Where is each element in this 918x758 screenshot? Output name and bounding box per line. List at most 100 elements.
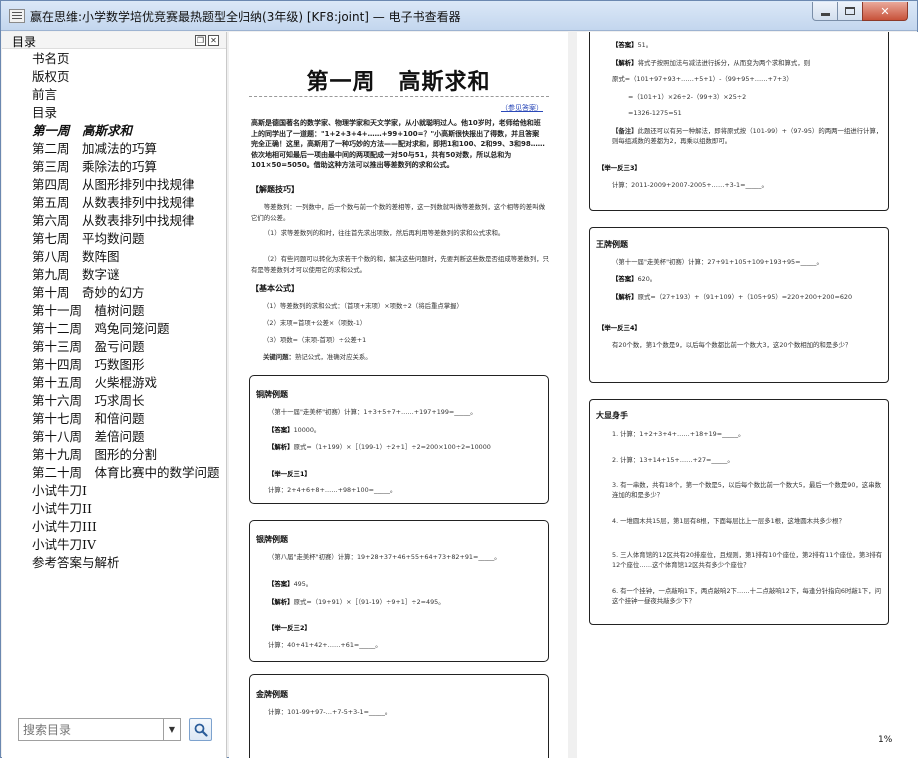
- toc-item[interactable]: 第十七周 和倍问题: [32, 410, 220, 428]
- toc-item[interactable]: 第五周 从数表排列中找规律: [32, 194, 220, 212]
- silver-example-title: 银牌例题: [256, 535, 288, 544]
- chevron-down-icon: ▼: [168, 725, 176, 734]
- tips-note-1: （1）求等差数列的和时，往往首先求出项数，然后再利用等差数列的求和公式求和。: [263, 229, 505, 237]
- copper-variant: 计算：2+4+6+8+……+98+100=_____。: [268, 486, 397, 494]
- answer-link[interactable]: （参见答案）: [501, 103, 543, 113]
- king-question: （第十一届"走美杯"初赛）计算：27+91+105+109+193+95=___…: [612, 258, 823, 266]
- silver-question: （第八届"走美杯"初赛）计算：19+28+37+46+55+64+73+82+9…: [268, 553, 501, 561]
- copper-example-title: 铜牌例题: [256, 390, 288, 399]
- search-history-dropdown[interactable]: ▼: [163, 718, 181, 741]
- silver-variant-label: 【举一反三2】: [268, 624, 311, 632]
- gold-question: 计算：101-99+97-…+7-5+3-1=_____。: [268, 708, 392, 716]
- toc-item[interactable]: 第八周 数阵图: [32, 248, 220, 266]
- tips-heading: 【解题技巧】: [251, 185, 299, 194]
- copper-variant-label: 【举一反三1】: [268, 470, 311, 478]
- silver-example-box: 银牌例题 （第八届"走美杯"初赛）计算：19+28+37+46+55+64+73…: [249, 520, 549, 662]
- title-bar[interactable]: 赢在思维:小学数学培优竞赛最热题型全归纳(3年级) [KF8:joint] — …: [1, 1, 917, 31]
- toc-header: 目录 ❐ ✕: [2, 32, 226, 49]
- toc-item[interactable]: 第十五周 火柴棍游戏: [32, 374, 220, 392]
- copper-answer: 【答案】10000。: [268, 426, 321, 434]
- formula-1: （1）等差数列的求和公式：（首项+末项）×项数÷2（将后重点掌握）: [263, 302, 463, 310]
- gold-solution-box: 【答案】51。 【解析】将式子按照加法与减法进行拆分，从而变为两个求和算式，则 …: [589, 32, 889, 211]
- practice-title: 大显身手: [596, 411, 628, 420]
- toc-item[interactable]: 参考答案与解析: [32, 554, 220, 572]
- toc-sidebar: 目录 ❐ ✕ 书名页 版权页 前言 目录 第一周 高斯求和 第二周 加减法的巧算 第三周 乘…: [2, 32, 227, 758]
- toc-item[interactable]: 第二十周 体育比赛中的数学问题: [32, 464, 220, 482]
- practice-box: 大显身手 1. 计算：1+2+3+4+……+18+19=_____。 2. 计算…: [589, 399, 889, 625]
- toc-item[interactable]: 第四周 从图形排列中找规律: [32, 176, 220, 194]
- toc-search-input[interactable]: [18, 718, 164, 741]
- book-viewer-app-icon: [9, 9, 25, 23]
- gold-solution: 【解析】将式子按照加法与减法进行拆分，从而变为两个求和算式，则: [612, 59, 811, 67]
- gold-solution-line-1: 原式=（101+97+93+……+5+1）-（99+95+……+7+3）: [612, 75, 793, 83]
- gold-note: 【备注】此题还可以有另一种解法，即将原式按（101-99）+（97-95）的两两…: [612, 127, 883, 145]
- toc-item[interactable]: 第九周 数字谜: [32, 266, 220, 284]
- toc-item[interactable]: 小试牛刀IV: [32, 536, 220, 554]
- toc-item[interactable]: 第十周 奇妙的幻方: [32, 284, 220, 302]
- gold-variant-label: 【举一反三3】: [598, 164, 641, 172]
- toc-item[interactable]: 版权页: [32, 68, 220, 86]
- pane-close-icon[interactable]: ✕: [208, 35, 219, 46]
- toc-item[interactable]: 第十四周 巧数图形: [32, 356, 220, 374]
- minimize-icon: [820, 12, 830, 16]
- toc-item[interactable]: 小试牛刀I: [32, 482, 220, 500]
- maximize-button[interactable]: [837, 2, 863, 21]
- silver-solution: 【解析】原式=（19+91）×［（91-19）÷9+1］÷2=495。: [268, 598, 445, 606]
- pane-undock-icon[interactable]: ❐: [195, 35, 206, 46]
- copper-example-box: 铜牌例题 （第十一届"走美杯"初赛）计算：1+3+5+7+……+197+199=…: [249, 375, 549, 504]
- king-example-box: 王牌例题 （第十一届"走美杯"初赛）计算：27+91+105+109+193+9…: [589, 227, 889, 383]
- chapter-intro: 高斯是德国著名的数学家、物理学家和天文学家，从小就聪明过人。他10岁时，老师给他…: [251, 119, 545, 170]
- book-page-viewer[interactable]: 第一周 高斯求和 （参见答案） 高斯是德国著名的数学家、物理学家和天文学家，从小…: [229, 32, 918, 758]
- tips-paragraph: 等差数列：一列数中，后一个数与前一个数的差相等，这一列数就叫做等差数列，这个相等…: [251, 203, 545, 222]
- toc-item[interactable]: 第十六周 巧求周长: [32, 392, 220, 410]
- key-point-label: 关键问题：: [263, 353, 295, 361]
- toc-item[interactable]: 第三周 乘除法的巧算: [32, 158, 220, 176]
- practice-q4: 4. 一堆圆木共15层，第1层有8根，下面每层比上一层多1根，这堆圆木共多少根？: [612, 517, 845, 525]
- toc-item[interactable]: 第一周 高斯求和: [32, 122, 220, 140]
- book-page-right: 【答案】51。 【解析】将式子按照加法与减法进行拆分，从而变为两个求和算式，则 …: [577, 32, 918, 758]
- gold-example-title: 金牌例题: [256, 690, 288, 699]
- minimize-button[interactable]: [812, 2, 838, 21]
- silver-answer: 【答案】495。: [268, 580, 313, 588]
- practice-q3: 3. 有一串数，共有18个，第一个数是5，以后每个数比前一个数大5，最后一个数是…: [612, 481, 881, 499]
- toc-item[interactable]: 第十九周 图形的分割: [32, 446, 220, 464]
- app-window: 赢在思维:小学数学培优竞赛最热题型全归纳(3年级) [KF8:joint] — …: [0, 0, 918, 758]
- gold-variant: 计算：2011-2009+2007-2005+……+3-1=_____。: [612, 181, 768, 189]
- key-point-text: 熟记公式，准确对应关系。: [294, 353, 372, 361]
- toc-search: ▼: [18, 718, 218, 742]
- silver-variant: 计算：40+41+42+……+61=_____。: [268, 641, 382, 649]
- toc-item[interactable]: 书名页: [32, 50, 220, 68]
- toc-item[interactable]: 第十三周 盈亏问题: [32, 338, 220, 356]
- formula-2: （2）末项=首项+公差×（项数-1）: [263, 319, 367, 327]
- toc-item[interactable]: 第七周 平均数问题: [32, 230, 220, 248]
- toc-item[interactable]: 前言: [32, 86, 220, 104]
- toc-item[interactable]: 小试牛刀II: [32, 500, 220, 518]
- toc-item[interactable]: 小试牛刀III: [32, 518, 220, 536]
- toc-item[interactable]: 第十一周 植树问题: [32, 302, 220, 320]
- copper-solution: 【解析】原式=（1+199）×［（199-1）÷2+1］÷2=200×100÷2…: [268, 443, 491, 451]
- window-title: 赢在思维:小学数学培优竞赛最热题型全归纳(3年级) [KF8:joint] — …: [30, 10, 461, 24]
- king-answer: 【答案】620。: [612, 275, 657, 283]
- king-variant-label: 【举一反三4】: [598, 324, 641, 332]
- toc-title: 目录: [12, 35, 37, 49]
- close-button[interactable]: ✕: [862, 2, 908, 21]
- toc-item[interactable]: 第六周 从数表排列中找规律: [32, 212, 220, 230]
- toc-item[interactable]: 第二周 加减法的巧算: [32, 140, 220, 158]
- close-icon: ✕: [880, 4, 890, 18]
- practice-q6: 6. 有一个挂钟，一点敲响1下，两点敲响2下……十二点敲响12下，每逢分针指向6…: [612, 587, 881, 605]
- chapter-title: 第一周 高斯求和: [306, 69, 491, 95]
- toc-list: 书名页 版权页 前言 目录 第一周 高斯求和 第二周 加减法的巧算 第三周 乘除法的巧算 第四…: [32, 50, 220, 572]
- search-button[interactable]: [189, 718, 212, 741]
- copper-question: （第十一届"走美杯"初赛）计算：1+3+5+7+……+197+199=_____…: [268, 408, 477, 416]
- tips-note-2: （2）有些问题可以转化为求若干个数的和，解决这些问题时，先要判断这些数是否组成等…: [251, 255, 550, 274]
- practice-q1: 1. 计算：1+2+3+4+……+18+19=_____。: [612, 430, 745, 438]
- book-page-left: 第一周 高斯求和 （参见答案） 高斯是德国著名的数学家、物理学家和天文学家，从小…: [229, 32, 568, 758]
- toc-item[interactable]: 第十八周 差倍问题: [32, 428, 220, 446]
- maximize-icon: [845, 7, 855, 15]
- king-solution: 【解析】原式=（27+193）+（91+109）+（105+95）=220+20…: [612, 293, 853, 301]
- toc-item[interactable]: 第十二周 鸡兔同笼问题: [32, 320, 220, 338]
- gold-solution-line-3: =1326-1275=51: [628, 109, 682, 117]
- reading-progress: 1%: [878, 735, 893, 745]
- toc-item[interactable]: 目录: [32, 104, 220, 122]
- search-icon: [194, 723, 208, 737]
